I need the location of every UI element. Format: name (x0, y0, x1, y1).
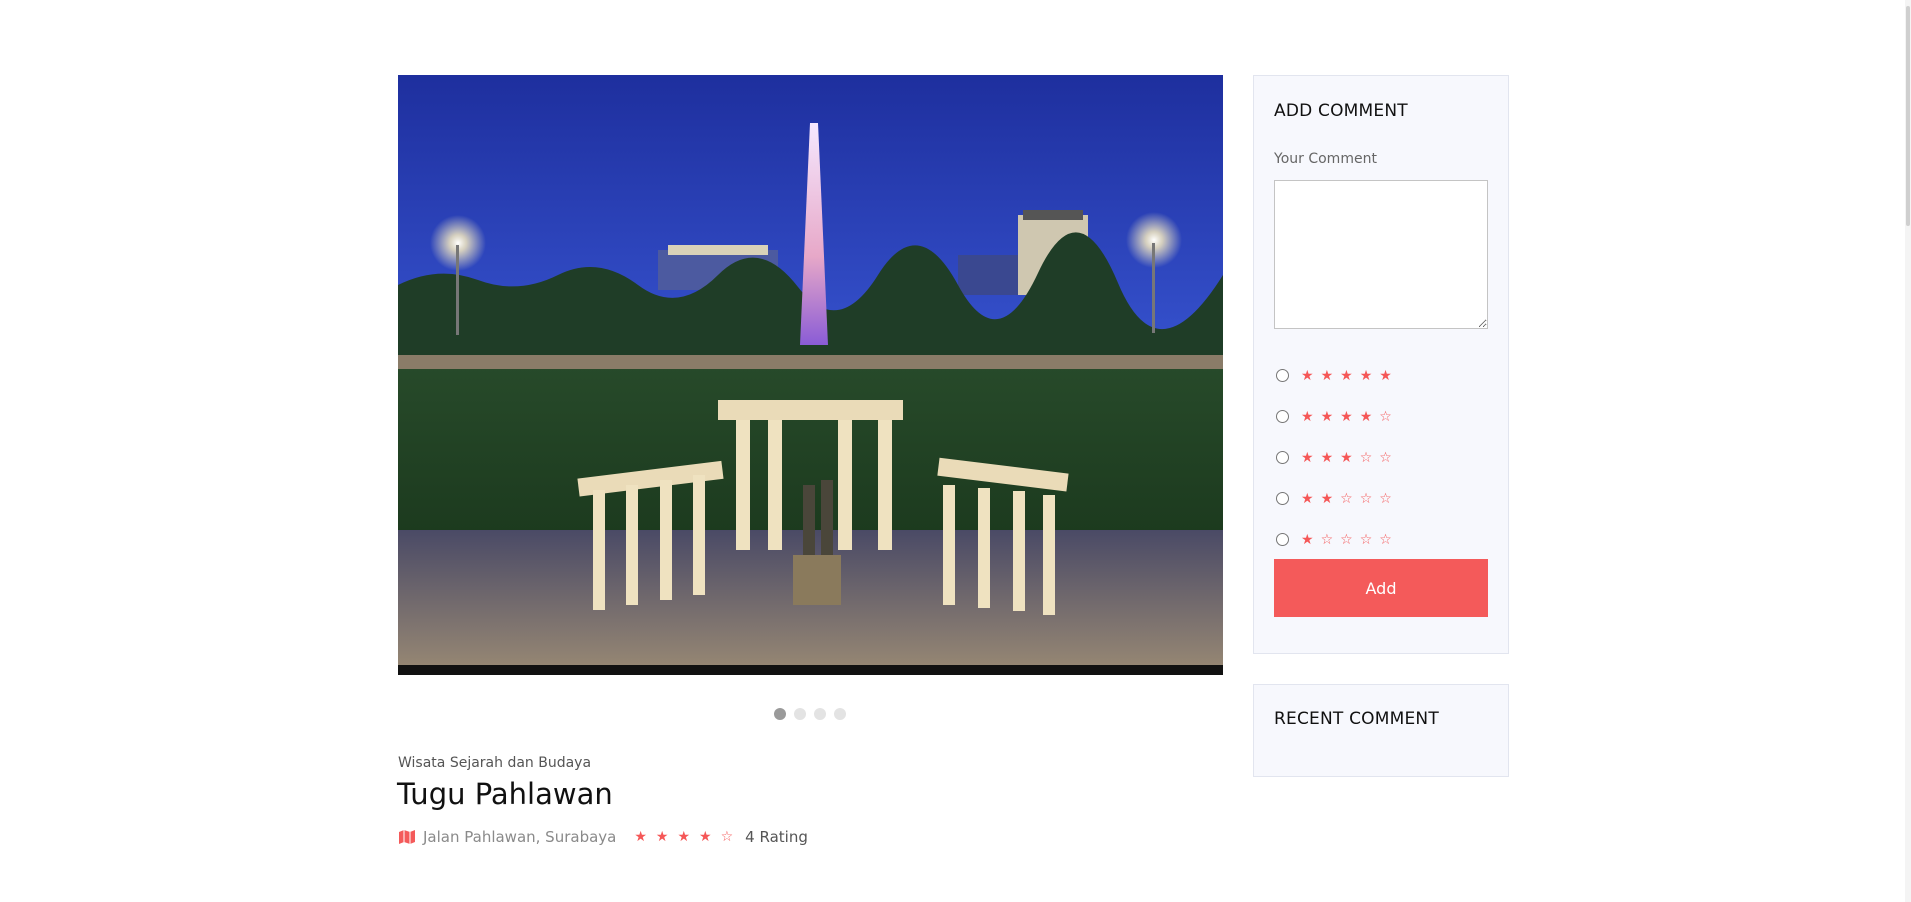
star-filled-icon: ★ (1301, 449, 1314, 466)
rating-label: 4 Rating (745, 828, 808, 846)
place-title: Tugu Pahlawan (397, 777, 613, 811)
star-filled-icon: ★ (1359, 367, 1373, 384)
star-empty-icon: ☆ (1340, 531, 1353, 548)
rating-stars-5: ★ ★ ★ ★ ★ (1301, 369, 1392, 383)
star-empty-icon: ☆ (1340, 490, 1353, 507)
recent-comment-heading: RECENT COMMENT (1274, 709, 1439, 729)
star-empty-icon: ☆ (1379, 408, 1392, 425)
star-filled-icon: ★ (1301, 490, 1314, 507)
place-address: Jalan Pahlawan, Surabaya (423, 828, 617, 846)
rating-stars-3: ★ ★ ★ ☆ ☆ (1301, 451, 1392, 465)
carousel-indicators (0, 708, 1911, 720)
star-empty-icon: ☆ (1379, 531, 1392, 548)
rating-option-2[interactable]: ★ ★ ☆ ☆ ☆ (1276, 478, 1392, 519)
carousel-dot-1[interactable] (774, 708, 786, 720)
star-filled-icon: ★ (699, 829, 712, 845)
star-filled-icon: ★ (677, 829, 691, 845)
carousel-dot-3[interactable] (814, 708, 826, 720)
page: Wisata Sejarah dan Budaya Tugu Pahlawan … (0, 0, 1911, 902)
star-empty-icon: ☆ (720, 829, 734, 845)
add-comment-heading: ADD COMMENT (1274, 101, 1408, 121)
scrollbar-thumb[interactable] (1906, 6, 1910, 226)
place-meta: Jalan Pahlawan, Surabaya ★ ★ ★ ★ ☆ 4 Rat… (399, 828, 808, 846)
star-filled-icon: ★ (1301, 531, 1314, 548)
hero-photo (398, 75, 1223, 675)
star-filled-icon: ★ (1320, 367, 1334, 384)
star-filled-icon: ★ (1301, 408, 1314, 425)
add-comment-button[interactable]: Add (1274, 559, 1488, 617)
carousel-dot-4[interactable] (834, 708, 846, 720)
star-empty-icon: ☆ (1359, 490, 1373, 507)
rating-options: ★ ★ ★ ★ ★ ★ ★ ★ ★ ☆ ★ ★ ★ ☆ ☆ ★ ★ ☆ ☆ ☆ … (1276, 355, 1392, 560)
star-filled-icon: ★ (1340, 408, 1353, 425)
rating-option-4[interactable]: ★ ★ ★ ★ ☆ (1276, 396, 1392, 437)
rating-stars-1: ★ ☆ ☆ ☆ ☆ (1301, 533, 1392, 547)
star-filled-icon: ★ (1320, 408, 1334, 425)
comment-input[interactable] (1274, 180, 1488, 329)
rating-radio-2[interactable] (1276, 492, 1289, 505)
star-filled-icon: ★ (1359, 408, 1373, 425)
star-filled-icon: ★ (1320, 449, 1334, 466)
place-category: Wisata Sejarah dan Budaya (398, 755, 592, 771)
star-filled-icon: ★ (1340, 449, 1353, 466)
place-rating-stars: ★ ★ ★ ★ ☆ (634, 830, 733, 844)
star-filled-icon: ★ (1301, 367, 1314, 384)
star-filled-icon: ★ (634, 829, 647, 845)
star-empty-icon: ☆ (1359, 531, 1373, 548)
star-empty-icon: ☆ (1320, 531, 1334, 548)
star-empty-icon: ☆ (1379, 449, 1392, 466)
star-filled-icon: ★ (1320, 490, 1334, 507)
rating-radio-5[interactable] (1276, 369, 1289, 382)
map-icon (399, 830, 415, 844)
star-filled-icon: ★ (1340, 367, 1353, 384)
recent-comment-panel: RECENT COMMENT (1253, 684, 1509, 777)
rating-stars-4: ★ ★ ★ ★ ☆ (1301, 410, 1392, 424)
rating-option-1[interactable]: ★ ☆ ☆ ☆ ☆ (1276, 519, 1392, 560)
rating-stars-2: ★ ★ ☆ ☆ ☆ (1301, 492, 1392, 506)
rating-radio-4[interactable] (1276, 410, 1289, 423)
star-filled-icon: ★ (655, 829, 669, 845)
star-empty-icon: ☆ (1379, 490, 1392, 507)
page-scrollbar[interactable] (1905, 0, 1911, 902)
rating-option-5[interactable]: ★ ★ ★ ★ ★ (1276, 355, 1392, 396)
rating-option-3[interactable]: ★ ★ ★ ☆ ☆ (1276, 437, 1392, 478)
comment-label: Your Comment (1274, 151, 1377, 167)
add-comment-panel: ADD COMMENT Your Comment ★ ★ ★ ★ ★ ★ ★ ★… (1253, 75, 1509, 654)
star-empty-icon: ☆ (1359, 449, 1373, 466)
hero-image (398, 75, 1223, 675)
star-filled-icon: ★ (1379, 367, 1392, 384)
rating-radio-1[interactable] (1276, 533, 1289, 546)
carousel-dot-2[interactable] (794, 708, 806, 720)
rating-radio-3[interactable] (1276, 451, 1289, 464)
